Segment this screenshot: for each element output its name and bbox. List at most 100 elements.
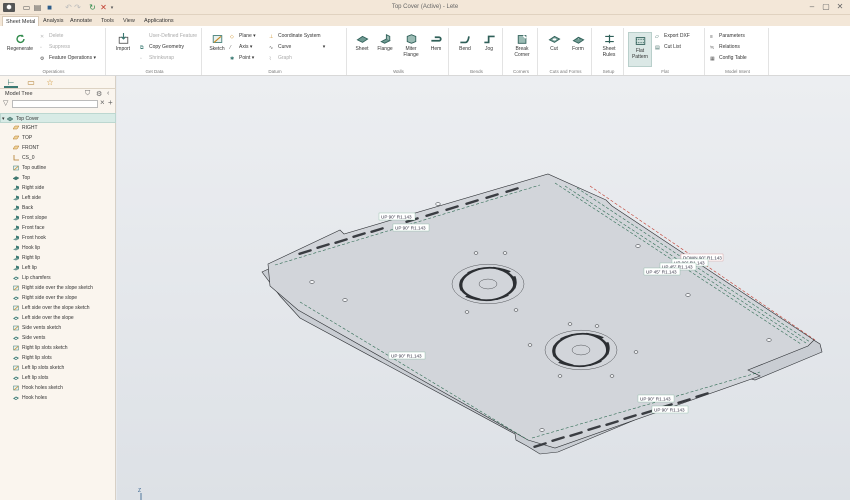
tree-item[interactable]: Right side over the slope sketch [0, 283, 116, 293]
sheet-rules-button[interactable]: Sheet Rules [596, 33, 622, 58]
tree-item[interactable]: Hook holes [0, 393, 116, 403]
coordinate-system-button[interactable]: ⊥ Coordinate System [269, 32, 321, 40]
form-button[interactable]: Form [567, 33, 589, 52]
graphics-viewport[interactable]: UP 90° R1.143 UP 90° R1.143 DOWN 90° R1.… [117, 76, 850, 500]
group-label-get-data: Get Data [145, 69, 164, 74]
tree-item[interactable]: Side vents [0, 333, 116, 343]
sheet-wall-icon [356, 35, 368, 43]
bend-button[interactable]: Bend [454, 33, 476, 52]
cut-button[interactable]: Cut [543, 33, 565, 52]
tree-item[interactable]: Left side over the slope sketch [0, 303, 116, 313]
add-filter-icon[interactable]: + [108, 98, 113, 107]
break-corner-button[interactable]: Break Corner [508, 33, 536, 58]
bend-label-7: UP 90° R1.143 [637, 394, 675, 403]
udf-icon [140, 33, 147, 39]
tree-item[interactable]: Left lip slots [0, 373, 116, 383]
collapse-panel-icon[interactable]: ‹ [107, 90, 109, 97]
flange-label: Flange [377, 46, 393, 52]
tree-item[interactable]: Left side over the slope [0, 313, 116, 323]
tree-item[interactable]: Left side [0, 193, 116, 203]
break-corner-icon [517, 34, 527, 44]
model-tree-panel: ⊢ ▭ ☆ Model Tree ⛉ ⚙ ‹ ▽ × + ▾ Top Cover R… [0, 76, 116, 500]
relations-button[interactable]: ≒ Relations [710, 43, 740, 51]
point-button[interactable]: ✱ Point ▾ [230, 54, 254, 62]
tree-filter-icon[interactable]: ⛉ [85, 90, 90, 98]
sheet-metal-model[interactable]: UP 90° R1.143 UP 90° R1.143 DOWN 90° R1.… [117, 76, 850, 500]
tree-item[interactable]: Right side [0, 183, 116, 193]
feature-operations-button[interactable]: ⚙ Feature Operations ▾ [40, 54, 96, 62]
plane-button[interactable]: ◇ Plane ▾ [230, 32, 256, 40]
axis-button[interactable]: ⁄ Axis ▾ [230, 43, 252, 51]
tree-item[interactable]: Front face [0, 223, 116, 233]
relations-label: Relations [719, 44, 740, 50]
plane-icon: ◇ [230, 33, 234, 40]
tree-item[interactable]: CS_0 [0, 153, 116, 163]
cut-label: Cut [550, 46, 558, 52]
tree-item[interactable]: Hook holes sketch [0, 383, 116, 393]
export-dxf-button[interactable]: ▱ Export DXF [655, 32, 690, 40]
config-table-button[interactable]: ▦ Config Table [710, 54, 747, 62]
tree-item[interactable]: Back [0, 203, 116, 213]
tree-item[interactable]: Right lip [0, 253, 116, 263]
graph-button: ⌇ Graph [269, 54, 292, 62]
tree-item[interactable]: Right lip slots sketch [0, 343, 116, 353]
tree-search-bar: ▽ × + [3, 98, 113, 109]
tab-annotate[interactable]: Annotate [67, 16, 95, 26]
bend-label-8: UP 90° R1.143 [651, 405, 689, 414]
sheet-button[interactable]: Sheet [351, 33, 373, 52]
model-tree-tab-icon[interactable]: ⊢ [4, 77, 18, 88]
folder-tab-icon[interactable]: ▭ [24, 77, 38, 88]
tree-item[interactable]: Front hook [0, 233, 116, 243]
tree-item[interactable]: Hook lip [0, 243, 116, 253]
svg-text:UP 45° R1.143: UP 45° R1.143 [646, 270, 677, 275]
tab-view[interactable]: View [120, 16, 138, 26]
tree-item-label: Hook holes [22, 395, 48, 401]
flange-icon [13, 223, 19, 233]
cut-icon [13, 373, 19, 383]
cut-list-button[interactable]: ▤ Cut List [655, 43, 681, 51]
tree-item[interactable]: Top outline [0, 163, 116, 173]
close-window-icon[interactable]: ✕ [834, 2, 846, 12]
group-walls: Sheet Flange Miter Flange Hem Walls [349, 28, 449, 75]
tree-item[interactable]: RIGHT [0, 123, 116, 133]
curve-button[interactable]: ∿ Curve ▾ [269, 43, 325, 51]
tree-item[interactable]: FRONT [0, 143, 116, 153]
point-label: Point [239, 55, 251, 61]
maximize-icon[interactable]: ▢ [820, 2, 832, 12]
tree-item[interactable]: Left lip slots sketch [0, 363, 116, 373]
tree-item[interactable]: Right lip slots [0, 353, 116, 363]
import-button[interactable]: Import [110, 33, 136, 52]
sheet-icon [13, 173, 19, 183]
jog-button[interactable]: Jog [478, 33, 500, 52]
tab-analysis[interactable]: Analysis [40, 16, 66, 26]
tree-search-input[interactable] [12, 100, 98, 108]
tree-item[interactable]: TOP [0, 133, 116, 143]
tab-applications[interactable]: Applications [141, 16, 177, 26]
suppress-label: Suppress [49, 44, 71, 50]
favorites-tab-icon[interactable]: ☆ [43, 77, 57, 88]
miter-flange-button[interactable]: Miter Flange [399, 33, 423, 58]
copy-geometry-button[interactable]: ⧉ Copy Geometry [140, 43, 184, 51]
tree-item[interactable]: Front slope [0, 213, 116, 223]
shrinkwrap-label: Shrinkwrap [149, 55, 175, 61]
sketch-button[interactable]: Sketch [206, 33, 228, 52]
tree-settings-icon[interactable]: ⚙ [96, 90, 102, 98]
tree-item[interactable]: Lip chamfers [0, 273, 116, 283]
group-model-intent: ≡ Parameters ≒ Relations ▦ Config Table Mod… [707, 28, 769, 75]
flange-button[interactable]: Flange [374, 33, 396, 52]
flat-pattern-label: Flat Pattern [631, 48, 649, 60]
flat-pattern-button[interactable]: Flat Pattern [628, 32, 652, 67]
tree-root[interactable]: ▾ Top Cover [0, 113, 116, 123]
tree-item[interactable]: Right side over the slope [0, 293, 116, 303]
minimize-icon[interactable]: – [806, 2, 818, 12]
tree-item[interactable]: Left lip [0, 263, 116, 273]
tab-sheet-metal[interactable]: Sheet Metal [2, 16, 40, 26]
tree-item[interactable]: Side vents sketch [0, 323, 116, 333]
hem-button[interactable]: Hem [425, 33, 447, 52]
tab-tools[interactable]: Tools [98, 16, 117, 26]
regenerate-button[interactable]: Regenerate [5, 33, 35, 52]
parameters-button[interactable]: ≡ Parameters [710, 32, 745, 40]
svg-text:Z: Z [138, 488, 141, 494]
tree-item[interactable]: Top [0, 173, 116, 183]
close-search-icon[interactable]: × [100, 98, 105, 107]
